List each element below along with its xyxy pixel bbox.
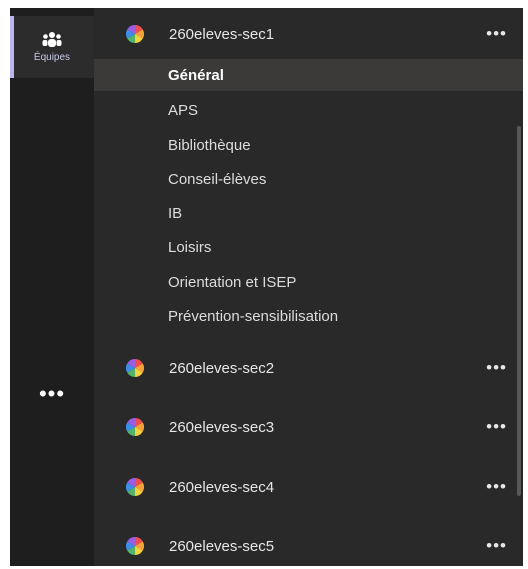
team-item-sec3[interactable]: 260eleves-sec3 ••• xyxy=(94,408,523,446)
app-rail: Équipes ••• xyxy=(10,8,94,566)
channel-aps[interactable]: APS xyxy=(94,94,523,126)
teams-icon xyxy=(42,32,62,47)
team-more-options-button[interactable]: ••• xyxy=(486,24,507,44)
channel-name: Général xyxy=(168,66,224,84)
team-more-options-button[interactable]: ••• xyxy=(486,536,507,556)
rail-more-apps-button[interactable]: ••• xyxy=(10,381,94,406)
channel-name: APS xyxy=(168,101,199,119)
team-name: 260eleves-sec2 xyxy=(169,359,275,377)
channel-name: Loisirs xyxy=(168,238,212,256)
team-more-options-button[interactable]: ••• xyxy=(486,358,507,378)
team-name: 260eleves-sec3 xyxy=(169,418,275,436)
rail-active-indicator xyxy=(10,16,14,78)
team-name: 260eleves-sec4 xyxy=(169,478,275,496)
rail-teams-label: Équipes xyxy=(33,52,71,63)
teams-app-window: Équipes ••• 260eleves-sec1 ••• Général A… xyxy=(10,8,523,566)
team-more-options-button[interactable]: ••• xyxy=(486,477,507,497)
team-name: 260eleves-sec5 xyxy=(169,537,275,555)
channel-general[interactable]: Général xyxy=(94,59,523,91)
team-avatar-icon xyxy=(126,537,144,555)
team-item-sec4[interactable]: 260eleves-sec4 ••• xyxy=(94,468,523,506)
channel-loisirs[interactable]: Loisirs xyxy=(94,231,523,263)
team-avatar-icon xyxy=(126,25,144,43)
channel-ib[interactable]: IB xyxy=(94,197,523,229)
channel-conseil-eleves[interactable]: Conseil-élèves xyxy=(94,163,523,195)
channel-orientation-isep[interactable]: Orientation et ISEP xyxy=(94,266,523,298)
team-item-sec5[interactable]: 260eleves-sec5 ••• xyxy=(94,527,523,565)
channel-name: Conseil-élèves xyxy=(168,170,267,188)
team-avatar-icon xyxy=(126,478,144,496)
team-name: 260eleves-sec1 xyxy=(169,25,275,43)
channel-name: Prévention-sensibilisation xyxy=(168,307,339,325)
channel-name: Orientation et ISEP xyxy=(168,273,297,291)
channel-prevention-sensibilisation[interactable]: Prévention-sensibilisation xyxy=(94,300,523,332)
team-item-sec2[interactable]: 260eleves-sec2 ••• xyxy=(94,349,523,387)
team-more-options-button[interactable]: ••• xyxy=(486,417,507,437)
channel-name: IB xyxy=(168,204,183,222)
team-item-sec1[interactable]: 260eleves-sec1 ••• xyxy=(94,15,523,53)
channel-bibliotheque[interactable]: Bibliothèque xyxy=(94,129,523,161)
team-avatar-icon xyxy=(126,359,144,377)
teams-list-panel: 260eleves-sec1 ••• Général APS Bibliothè… xyxy=(94,8,523,566)
team-avatar-icon xyxy=(126,418,144,436)
channel-name: Bibliothèque xyxy=(168,136,251,154)
rail-item-teams[interactable]: Équipes xyxy=(10,16,94,78)
